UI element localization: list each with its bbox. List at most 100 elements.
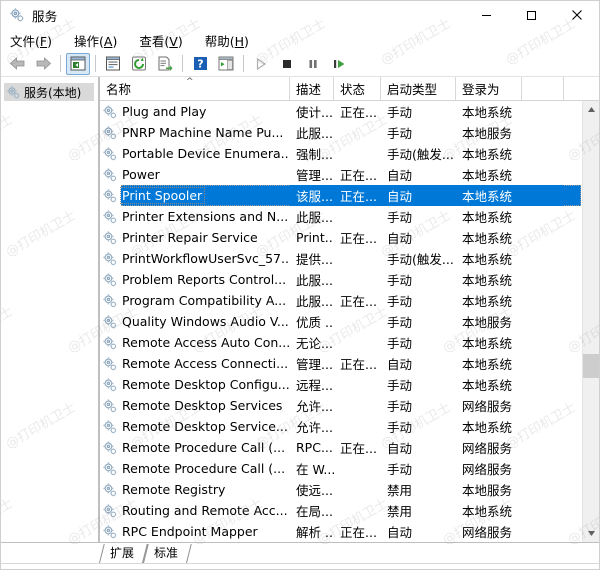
cell-service-name[interactable]: Problem Reports Control... bbox=[100, 269, 290, 290]
cell-service-name[interactable]: Printer Repair Service bbox=[100, 227, 290, 248]
service-startup-type-label: 手动 bbox=[387, 396, 412, 415]
table-row[interactable]: Plug and Play使计...正在...手动本地系统 bbox=[100, 101, 599, 122]
scrollbar-track[interactable] bbox=[583, 118, 600, 525]
table-row[interactable]: Remote Desktop Service...允许...手动本地系统 bbox=[100, 416, 599, 437]
minimize-button[interactable] bbox=[464, 1, 509, 29]
service-name-label: Portable Device Enumera... bbox=[121, 146, 290, 161]
cell-service-name[interactable]: PrintWorkflowUserSvc_57... bbox=[100, 248, 290, 269]
refresh-icon[interactable] bbox=[127, 53, 151, 75]
table-row[interactable]: Printer Repair ServicePrint...正在...自动本地系… bbox=[100, 227, 599, 248]
service-description-label: 在局... bbox=[296, 501, 333, 520]
column-header-status[interactable]: 状态 bbox=[334, 77, 381, 100]
service-startup-type-label: 自动 bbox=[387, 186, 412, 205]
vertical-scrollbar[interactable] bbox=[582, 101, 599, 542]
menu-help-accel: H bbox=[235, 34, 244, 49]
table-row[interactable]: Remote Procedure Call (...在 W...手动网络服务 bbox=[100, 458, 599, 479]
cell-service-name[interactable]: Remote Desktop Configu... bbox=[100, 374, 290, 395]
cell-service-name[interactable]: Power bbox=[100, 164, 290, 185]
cell-service-name[interactable]: Remote Procedure Call (... bbox=[100, 458, 290, 479]
cell-log-on-as: 本地系统 bbox=[456, 374, 522, 395]
column-header-name[interactable]: 名称 ^ bbox=[100, 77, 290, 100]
close-button[interactable] bbox=[554, 1, 599, 29]
cell-service-name[interactable]: Remote Registry bbox=[100, 479, 290, 500]
export-list-icon[interactable] bbox=[153, 53, 177, 75]
cell-service-name[interactable]: Remote Access Connecti... bbox=[100, 353, 290, 374]
table-row[interactable]: Remote Access Auto Con...无论...手动本地系统 bbox=[100, 332, 599, 353]
scrollbar-thumb[interactable] bbox=[583, 354, 600, 378]
console-tree-pane: 服务(本地) bbox=[1, 77, 99, 542]
cell-service-name[interactable]: Remote Procedure Call (... bbox=[100, 437, 290, 458]
help-icon[interactable]: ? bbox=[188, 53, 212, 75]
show-action-pane-icon[interactable] bbox=[214, 53, 238, 75]
cell-service-name[interactable]: Routing and Remote Acc... bbox=[100, 500, 290, 521]
cell-service-name[interactable]: Remote Desktop Services bbox=[100, 395, 290, 416]
service-status-label: 正在... bbox=[340, 186, 377, 205]
maximize-button[interactable] bbox=[509, 1, 554, 29]
forward-icon[interactable] bbox=[31, 53, 55, 75]
cell-service-name[interactable]: Print Spooler bbox=[100, 185, 290, 206]
services-list[interactable]: Plug and Play使计...正在...手动本地系统 PNRP Machi… bbox=[100, 101, 599, 542]
column-header-extra[interactable] bbox=[522, 77, 564, 100]
cell-service-name[interactable]: Remote Access Auto Con... bbox=[100, 332, 290, 353]
scroll-up-button[interactable] bbox=[583, 101, 600, 118]
cell-service-name[interactable]: Portable Device Enumera... bbox=[100, 143, 290, 164]
table-row[interactable]: Remote Desktop Configu...远程...手动本地系统 bbox=[100, 374, 599, 395]
service-description-label: 提供... bbox=[296, 249, 333, 268]
table-row[interactable]: Remote Desktop Services允许...手动网络服务 bbox=[100, 395, 599, 416]
cell-service-name[interactable]: Plug and Play bbox=[100, 101, 290, 122]
cell-description: 管理... bbox=[290, 164, 334, 185]
cell-extra bbox=[522, 458, 564, 479]
table-row[interactable]: Problem Reports Control...此服...手动本地系统 bbox=[100, 269, 599, 290]
cell-log-on-as: 本地系统 bbox=[456, 185, 522, 206]
restart-service-icon[interactable] bbox=[327, 53, 351, 75]
tab-standard[interactable]: 标准 bbox=[143, 544, 187, 563]
cell-service-name[interactable]: Program Compatibility A... bbox=[100, 290, 290, 311]
service-name-label: Print Spooler bbox=[121, 188, 204, 203]
tree-node-services-local[interactable]: 服务(本地) bbox=[4, 83, 94, 101]
stop-service-icon[interactable] bbox=[275, 53, 299, 75]
cell-extra bbox=[522, 122, 564, 143]
table-row[interactable]: Quality Windows Audio V...优质 ...手动本地服务 bbox=[100, 311, 599, 332]
menu-action[interactable]: 操作(A) bbox=[74, 31, 117, 50]
table-row[interactable]: Portable Device Enumera...强制...手动(触发...本… bbox=[100, 143, 599, 164]
menu-help[interactable]: 帮助(H) bbox=[205, 31, 249, 50]
table-row[interactable]: Remote Registry使远...禁用本地服务 bbox=[100, 479, 599, 500]
service-log-on-as-label: 本地系统 bbox=[462, 207, 512, 226]
column-header-description-label: 描述 bbox=[296, 79, 321, 98]
table-row[interactable]: Print Spooler该服...正在...自动本地系统 bbox=[100, 185, 599, 206]
cell-description: 管理... bbox=[290, 353, 334, 374]
pause-service-icon[interactable] bbox=[301, 53, 325, 75]
service-gear-icon bbox=[102, 335, 118, 351]
table-row[interactable]: Power管理...正在...自动本地系统 bbox=[100, 164, 599, 185]
table-row[interactable]: Remote Access Connecti...管理...正在...自动本地系… bbox=[100, 353, 599, 374]
cell-service-name[interactable]: Remote Desktop Service... bbox=[100, 416, 290, 437]
scroll-down-button[interactable] bbox=[583, 525, 600, 542]
table-row[interactable]: RPC Endpoint Mapper解析 ...正在...自动网络服务 bbox=[100, 521, 599, 542]
cell-service-name[interactable]: Quality Windows Audio V... bbox=[100, 311, 290, 332]
start-service-icon[interactable] bbox=[249, 53, 273, 75]
service-startup-type-label: 自动 bbox=[387, 165, 412, 184]
table-row[interactable]: PrintWorkflowUserSvc_57...提供...手动(触发...本… bbox=[100, 248, 599, 269]
service-gear-icon bbox=[102, 104, 118, 120]
cell-service-name[interactable]: RPC Endpoint Mapper bbox=[100, 521, 290, 542]
service-description-label: 解析 ... bbox=[296, 522, 334, 541]
table-row[interactable]: Routing and Remote Acc...在局...禁用本地系统 bbox=[100, 500, 599, 521]
cell-description: 使远... bbox=[290, 479, 334, 500]
cell-startup-type: 自动 bbox=[381, 164, 456, 185]
column-header-log-on-as[interactable]: 登录为 bbox=[456, 77, 522, 100]
show-hide-tree-icon[interactable] bbox=[66, 53, 90, 75]
back-icon[interactable] bbox=[5, 53, 29, 75]
column-header-description[interactable]: 描述 bbox=[290, 77, 334, 100]
table-row[interactable]: Program Compatibility A...此服...正在...手动本地… bbox=[100, 290, 599, 311]
column-header-startup-type[interactable]: 启动类型 bbox=[381, 77, 456, 100]
table-row[interactable]: Remote Procedure Call (...RPC...正在...自动网… bbox=[100, 437, 599, 458]
cell-service-name[interactable]: Printer Extensions and N... bbox=[100, 206, 290, 227]
table-row[interactable]: PNRP Machine Name Pu...此服...手动本地服务 bbox=[100, 122, 599, 143]
table-row[interactable]: Printer Extensions and N...此服...手动本地系统 bbox=[100, 206, 599, 227]
menu-file[interactable]: 文件(F) bbox=[10, 31, 52, 50]
cell-service-name[interactable]: PNRP Machine Name Pu... bbox=[100, 122, 290, 143]
window-controls bbox=[464, 1, 599, 29]
tab-extended[interactable]: 扩展 bbox=[99, 544, 143, 563]
properties-icon[interactable] bbox=[101, 53, 125, 75]
menu-view[interactable]: 查看(V) bbox=[139, 31, 182, 50]
